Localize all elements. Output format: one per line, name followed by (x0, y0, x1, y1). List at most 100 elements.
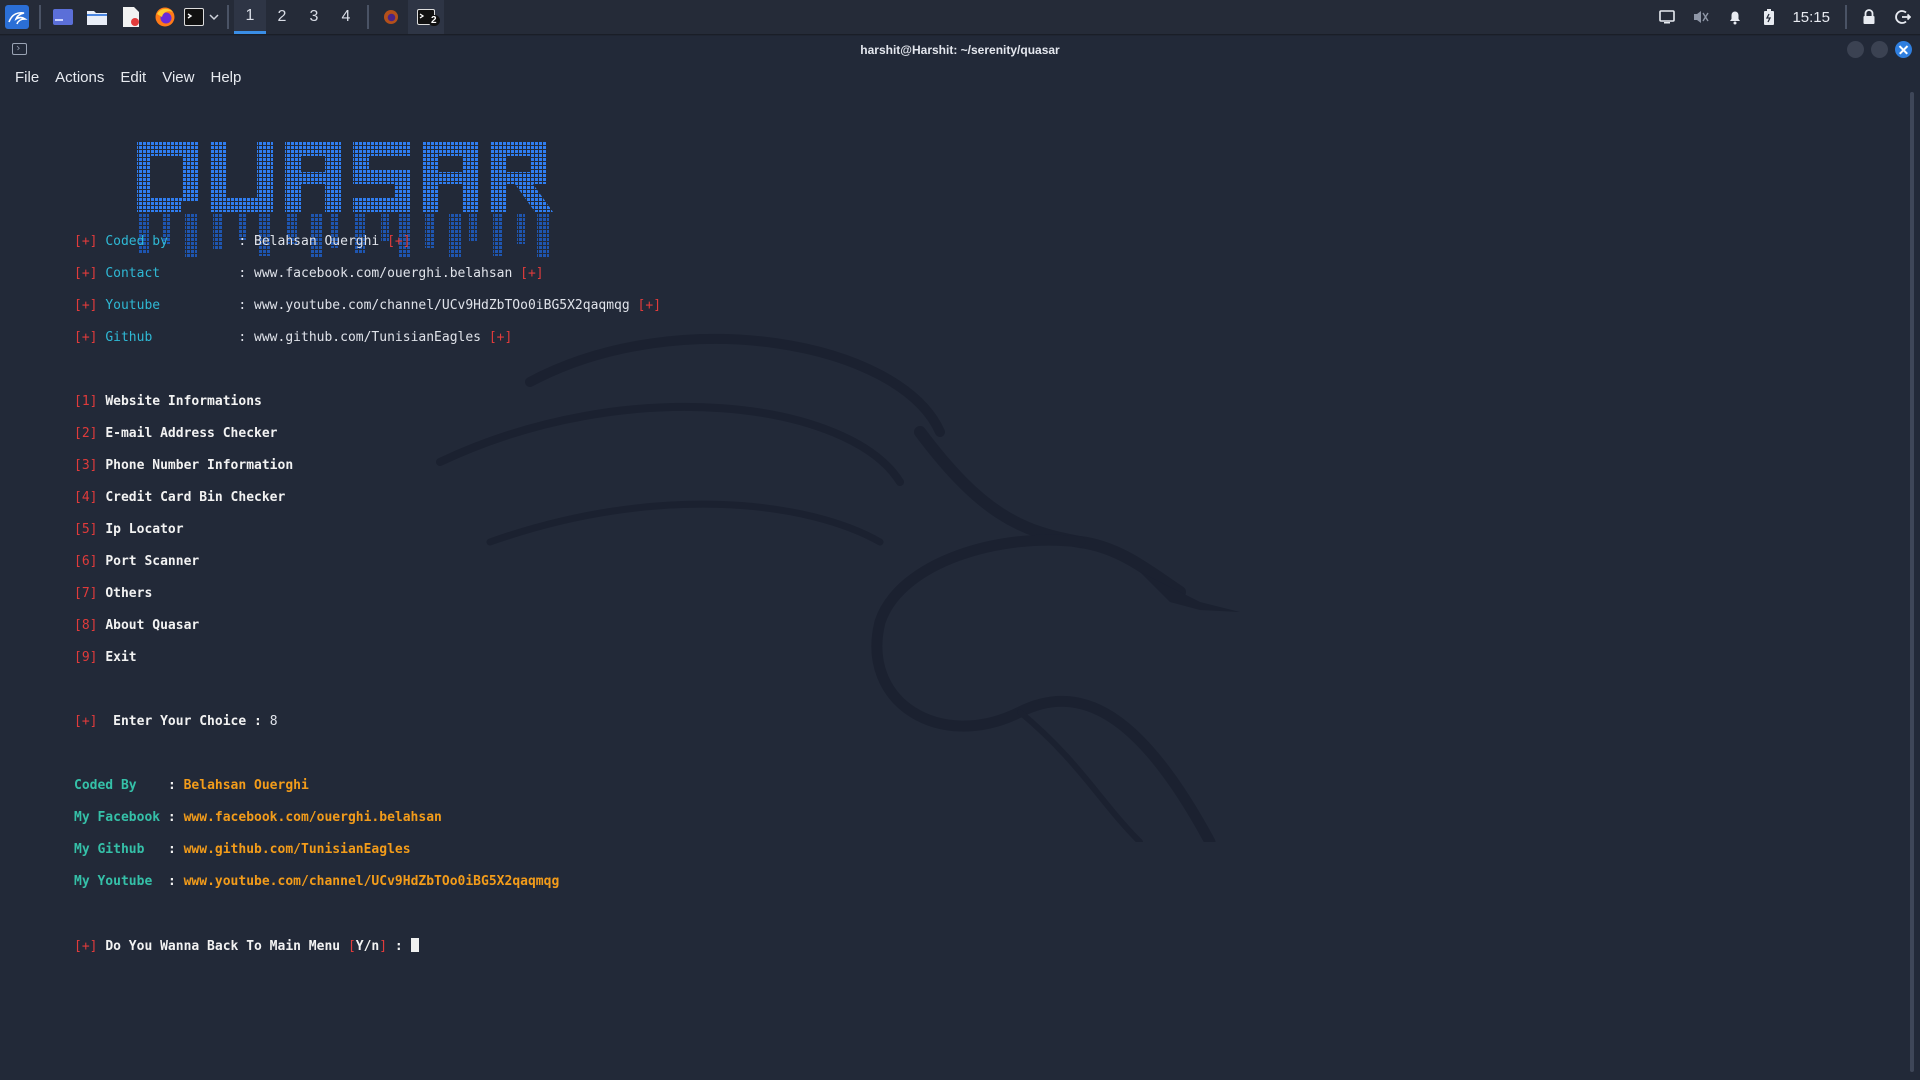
display-button[interactable] (1650, 0, 1684, 34)
menu-option-label: Port Scanner (105, 554, 200, 569)
menu-actions[interactable]: Actions (47, 69, 112, 86)
kali-menu-button[interactable] (0, 0, 34, 34)
prompt-label: Do You Wanna Back To Main Menu (105, 939, 341, 954)
info-line: [+] Contact : www.facebook.com/ouerghi.b… (74, 266, 544, 281)
info-tag: [+] (74, 330, 98, 345)
info-tag: [+] (637, 298, 662, 313)
about-key: My Facebook (74, 810, 161, 825)
menu-option: [5] Ip Locator (74, 522, 184, 537)
terminal-window: harshit@Harshit: ~/serenity/quasar File … (0, 36, 1920, 1080)
info-tag: [+] (488, 330, 513, 345)
about-key: Coded By (74, 778, 137, 793)
workspace-3[interactable]: 3 (298, 0, 330, 34)
choice-label: Enter Your Choice : (113, 714, 262, 729)
panel-separator (1845, 5, 1847, 29)
clock[interactable]: 15:15 (1786, 9, 1840, 26)
info-value: www.facebook.com/ouerghi.belahsan (254, 266, 513, 281)
menu-option-number: 4 (81, 490, 90, 505)
menu-option-label: Exit (105, 650, 137, 665)
firefox-icon (384, 10, 398, 24)
workspace-1[interactable]: 1 (234, 0, 266, 34)
about-value: www.github.com/TunisianEagles (183, 842, 411, 857)
menu-help[interactable]: Help (202, 69, 249, 86)
menu-option-label: E-mail Address Checker (105, 426, 278, 441)
menu-option: [4] Credit Card Bin Checker (74, 490, 286, 505)
info-line: [+] Youtube : www.youtube.com/channel/UC… (74, 298, 662, 313)
maximize-button[interactable] (1871, 41, 1888, 58)
terminal-output[interactable]: [+] Coded by : Belahsan Ouerghi [+] [+] … (0, 92, 1910, 1080)
lock-icon (1863, 9, 1875, 24)
task-firefox[interactable] (374, 0, 408, 34)
menu-edit[interactable]: Edit (112, 69, 154, 86)
info-value: Belahsan Ouerghi (254, 234, 380, 249)
window-menu-icon[interactable] (12, 43, 27, 55)
about-key: My Youtube (74, 874, 153, 889)
scrollbar-thumb[interactable] (1910, 92, 1914, 1072)
info-line: [+] Github : www.github.com/TunisianEagl… (74, 330, 513, 345)
kali-dragon-icon (5, 5, 29, 29)
about-line: My Github : www.github.com/TunisianEagle… (74, 842, 411, 857)
close-button[interactable] (1895, 41, 1912, 58)
chevron-down-icon (209, 14, 219, 21)
panel-separator (227, 5, 229, 29)
text-editor-launcher[interactable] (114, 0, 148, 34)
panel-separator (367, 5, 369, 29)
info-value: www.github.com/TunisianEagles (254, 330, 482, 345)
menu-option-label: About Quasar (105, 618, 200, 633)
menu-option-number: 2 (81, 426, 90, 441)
menu-option-label: Phone Number Information (105, 458, 294, 473)
terminal-launcher[interactable] (182, 0, 206, 34)
menu-option-number: 5 (81, 522, 90, 537)
workspace-2[interactable]: 2 (266, 0, 298, 34)
info-key: Youtube (105, 298, 161, 313)
menu-option: [3] Phone Number Information (74, 458, 294, 473)
task-terminal[interactable]: 2 (408, 0, 444, 34)
top-panel: 1 2 3 4 2 15:15 (0, 0, 1920, 35)
menu-view[interactable]: View (154, 69, 202, 86)
menu-option: [8] About Quasar (74, 618, 200, 633)
firefox-launcher[interactable] (148, 0, 182, 34)
notifications-button[interactable] (1718, 0, 1752, 34)
terminal-text: [+] Coded by : Belahsan Ouerghi [+] [+] … (74, 218, 661, 986)
terminal-icon (184, 8, 204, 26)
lock-screen-button[interactable] (1852, 0, 1886, 34)
menu-option-label: Others (105, 586, 153, 601)
about-line: My Youtube : www.youtube.com/channel/UCv… (74, 874, 560, 889)
battery-button[interactable] (1752, 0, 1786, 34)
info-tag: [+] (520, 266, 544, 281)
minimize-button[interactable] (1847, 41, 1864, 58)
about-line: Coded By : Belahsan Ouerghi (74, 778, 309, 793)
menu-option: [7] Others (74, 586, 153, 601)
logout-button[interactable] (1886, 0, 1920, 34)
window-titlebar[interactable]: harshit@Harshit: ~/serenity/quasar (0, 36, 1920, 64)
prompt-tag: [+] (74, 939, 98, 954)
menu-option: [9] Exit (74, 650, 137, 665)
task-count-badge: 2 (428, 15, 440, 26)
workspace-4[interactable]: 4 (330, 0, 362, 34)
menu-option: [2] E-mail Address Checker (74, 426, 278, 441)
info-value: www.youtube.com/channel/UCv9HdZbTOo0iBG5… (254, 298, 630, 313)
menu-option-label: Ip Locator (105, 522, 184, 537)
desktop-icon (53, 9, 73, 25)
text-editor-icon (123, 7, 139, 27)
text-cursor[interactable] (410, 938, 419, 952)
choice-line: [+] Enter Your Choice : 8 (74, 714, 661, 730)
about-key: My Github (74, 842, 145, 857)
info-tag: [+] (74, 234, 98, 249)
menu-file[interactable]: File (7, 69, 47, 86)
prompt-options: Y/n (355, 939, 380, 954)
volume-muted-icon (1694, 11, 1710, 23)
menu-option: [1] Website Informations (74, 394, 262, 409)
about-value: www.youtube.com/channel/UCv9HdZbTOo0iBG5… (183, 874, 560, 889)
show-desktop-button[interactable] (46, 0, 80, 34)
info-key: Github (105, 330, 153, 345)
info-line: [+] Coded by : Belahsan Ouerghi [+] (74, 234, 411, 249)
about-value: Belahsan Ouerghi (183, 778, 309, 793)
volume-button[interactable] (1684, 0, 1718, 34)
menu-option-number: 7 (81, 586, 90, 601)
file-manager-launcher[interactable] (80, 0, 114, 34)
info-tag: [+] (74, 298, 98, 313)
terminal-launcher-dropdown[interactable] (206, 0, 222, 34)
menu-option-number: 8 (81, 618, 90, 633)
menu-option-label: Credit Card Bin Checker (105, 490, 286, 505)
